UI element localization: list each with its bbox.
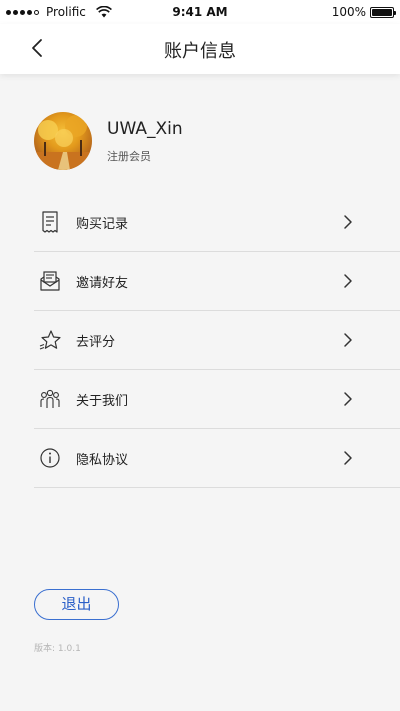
status-bar: Prolific 9:41 AM 100% xyxy=(0,0,400,24)
chevron-right-icon xyxy=(344,274,352,288)
menu-item-privacy-policy[interactable]: 隐私协议 xyxy=(34,429,400,488)
account-info-screen: Prolific 9:41 AM 100% 账户信息 UWA_Xin 注册会员 … xyxy=(0,0,400,711)
avatar[interactable] xyxy=(34,112,92,170)
page-title: 账户信息 xyxy=(164,41,236,62)
menu-item-label: 关于我们 xyxy=(76,394,129,409)
star-icon xyxy=(39,330,61,350)
menu-item-invite-friends[interactable]: 邀请好友 xyxy=(34,252,400,311)
member-level: 注册会员 xyxy=(107,150,151,163)
username: UWA_Xin xyxy=(107,119,183,139)
menu-item-purchase-records[interactable]: 购买记录 xyxy=(34,193,400,252)
nav-bar: 账户信息 xyxy=(0,24,400,74)
receipt-icon xyxy=(42,211,58,233)
menu-item-label: 邀请好友 xyxy=(76,276,129,291)
menu-item-label: 隐私协议 xyxy=(76,453,129,468)
logout-button[interactable]: 退出 xyxy=(34,589,119,620)
chevron-right-icon xyxy=(344,392,352,406)
chevron-right-icon xyxy=(344,451,352,465)
chevron-right-icon xyxy=(344,333,352,347)
battery-percent: 100% xyxy=(331,5,366,19)
people-icon xyxy=(40,389,60,408)
avatar-image xyxy=(34,112,92,170)
battery-fill xyxy=(372,8,392,16)
menu-item-label: 去评分 xyxy=(76,335,116,350)
chevron-right-icon xyxy=(344,215,352,229)
battery-icon xyxy=(370,6,396,18)
profile-section: UWA_Xin 注册会员 xyxy=(34,112,374,172)
menu-item-rate-app[interactable]: 去评分 xyxy=(34,311,400,370)
menu-item-about-us[interactable]: 关于我们 xyxy=(34,370,400,429)
envelope-icon xyxy=(40,271,60,291)
menu-item-label: 购买记录 xyxy=(76,217,129,232)
menu-list: 购买记录 邀请好友 去评分 关于我们 隐私协议 xyxy=(34,193,400,488)
app-version: 版本: 1.0.1 xyxy=(34,644,81,654)
info-icon xyxy=(40,448,60,468)
status-right: 100% xyxy=(331,5,396,19)
